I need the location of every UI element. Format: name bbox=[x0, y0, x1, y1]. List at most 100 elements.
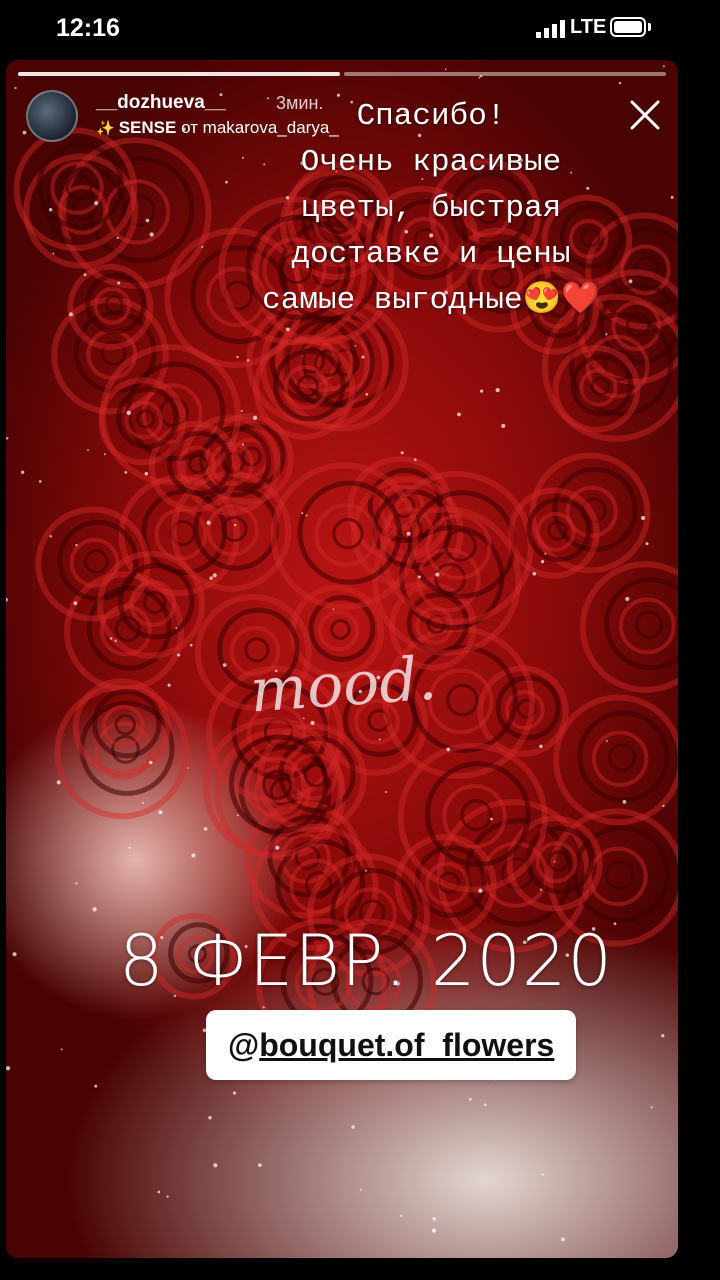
snow-particle bbox=[56, 780, 61, 785]
snow-particle bbox=[92, 907, 97, 912]
snow-particle bbox=[258, 1163, 262, 1167]
snow-particle bbox=[149, 760, 153, 765]
mention-handle: bouquet.of_flowers bbox=[259, 1027, 555, 1063]
snow-particle bbox=[166, 1195, 169, 1198]
snow-particle bbox=[116, 236, 119, 239]
snow-particle bbox=[622, 799, 627, 804]
snow-particle bbox=[414, 458, 417, 461]
snow-particle bbox=[645, 542, 649, 546]
snow-particle bbox=[495, 387, 500, 393]
snow-particle bbox=[539, 744, 543, 748]
snow-particle bbox=[21, 470, 25, 474]
snow-particle bbox=[478, 888, 483, 893]
snow-particle bbox=[400, 1214, 403, 1217]
snow-particle bbox=[483, 1103, 487, 1107]
snow-particle bbox=[22, 130, 27, 135]
snow-particle bbox=[83, 273, 87, 277]
snow-particle bbox=[87, 449, 89, 452]
avatar[interactable] bbox=[26, 90, 78, 142]
snow-particle bbox=[301, 512, 304, 515]
snow-particle bbox=[175, 627, 178, 629]
snow-particle bbox=[532, 571, 537, 576]
snow-particle bbox=[212, 573, 217, 578]
snow-particle bbox=[157, 1190, 161, 1194]
snow-particle bbox=[209, 576, 213, 580]
snow-particle bbox=[117, 281, 121, 285]
snow-particle bbox=[236, 814, 239, 817]
snow-particle bbox=[359, 1188, 362, 1191]
snow-particle bbox=[187, 767, 189, 769]
snow-particle bbox=[361, 355, 365, 359]
snow-particle bbox=[189, 643, 193, 647]
snow-particle bbox=[444, 68, 447, 71]
snow-particle bbox=[75, 882, 78, 885]
snow-particle bbox=[126, 410, 131, 415]
battery-cap bbox=[648, 23, 651, 31]
snow-particle bbox=[208, 1116, 212, 1120]
snow-particle bbox=[662, 65, 665, 68]
snow-particle bbox=[149, 232, 154, 237]
snow-particle bbox=[69, 312, 73, 317]
snow-particle bbox=[213, 1163, 218, 1168]
snow-particle bbox=[662, 804, 665, 808]
network-type: LTE bbox=[570, 16, 607, 38]
snow-particle bbox=[618, 81, 622, 85]
snow-particle bbox=[240, 410, 243, 412]
snow-particle bbox=[539, 888, 542, 891]
snow-particle bbox=[417, 575, 421, 579]
snow-particle bbox=[236, 355, 239, 359]
snow-particle bbox=[6, 437, 9, 440]
status-time: 12:16 bbox=[56, 14, 120, 42]
snow-particle bbox=[446, 747, 451, 752]
snow-particle bbox=[12, 952, 17, 957]
snow-particle bbox=[544, 552, 547, 555]
snow-particle bbox=[435, 572, 440, 577]
story-viewer[interactable]: __dozhueva__ 3мин. ✨ SENSE от makarova_da… bbox=[6, 60, 678, 1258]
snow-particle bbox=[48, 208, 53, 212]
snow-particle bbox=[241, 443, 245, 446]
snow-particle bbox=[285, 327, 290, 332]
snow-particle bbox=[145, 218, 150, 223]
snow-particle bbox=[234, 523, 237, 527]
snow-particle bbox=[406, 531, 411, 536]
snow-particle bbox=[305, 514, 308, 517]
snow-particle bbox=[468, 1097, 472, 1101]
snow-particle bbox=[124, 470, 128, 474]
battery-icon bbox=[610, 17, 646, 37]
snow-particle bbox=[177, 653, 181, 657]
snow-particle bbox=[478, 76, 481, 79]
snow-particle bbox=[625, 596, 630, 602]
mention-at: @ bbox=[228, 1027, 260, 1063]
snow-particle bbox=[203, 827, 208, 831]
snow-particle bbox=[332, 608, 335, 611]
snow-particle bbox=[364, 869, 367, 872]
snow-particle bbox=[158, 810, 163, 815]
mention-sticker[interactable]: @bouquet.of_flowers bbox=[206, 1010, 577, 1080]
snow-particle bbox=[640, 515, 646, 521]
snow-particle bbox=[432, 1217, 436, 1221]
status-bar: 12:16 LTE bbox=[0, 0, 720, 58]
snow-particle bbox=[14, 86, 17, 90]
snow-particle bbox=[541, 1173, 544, 1176]
rose-flower bbox=[553, 694, 678, 826]
snow-particle bbox=[457, 412, 461, 417]
snow-particle bbox=[490, 817, 493, 821]
snow-particle bbox=[605, 333, 608, 336]
snow-particle bbox=[650, 1106, 653, 1109]
snow-particle bbox=[6, 597, 8, 602]
story-progress-segment-1 bbox=[18, 72, 340, 76]
snow-particle bbox=[128, 846, 131, 849]
snow-particle bbox=[141, 802, 144, 805]
snow-particle bbox=[6, 1066, 11, 1071]
snow-particle bbox=[354, 345, 356, 347]
snow-particle bbox=[275, 845, 280, 850]
snow-particle bbox=[38, 480, 42, 483]
snow-particle bbox=[553, 860, 556, 863]
snow-particle bbox=[232, 1091, 237, 1095]
snow-particle bbox=[60, 1048, 63, 1051]
sparkle-icon: ✨ bbox=[96, 120, 115, 137]
snow-particle bbox=[605, 740, 608, 742]
story-caption: Спасибо! Очень красивые цветы, быстрая д… bbox=[262, 99, 600, 318]
snow-particle bbox=[385, 791, 388, 793]
snow-particle bbox=[52, 252, 55, 255]
